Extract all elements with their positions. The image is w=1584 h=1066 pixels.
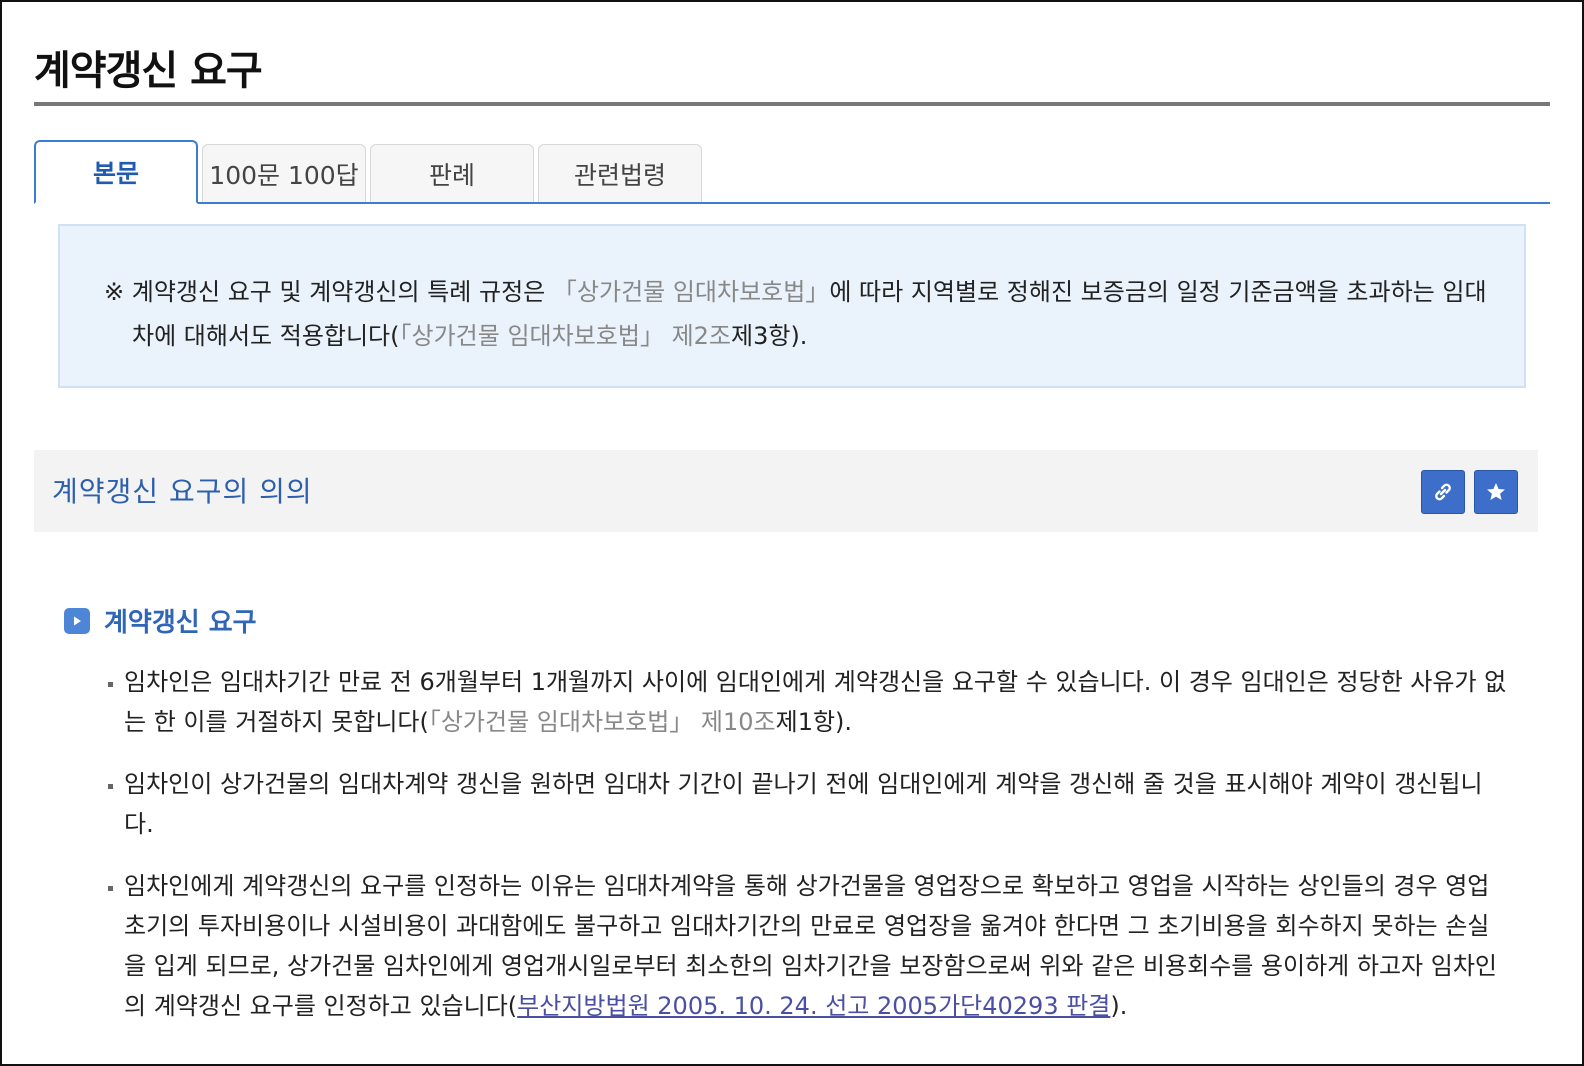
subsection-heading: 계약갱신 요구 <box>64 602 257 639</box>
notice-text: ※ 계약갱신 요구 및 계약갱신의 특례 규정은 「상가건물 임대차보호법」에 … <box>104 278 1487 350</box>
law-article-reference: 「상가건물 임대차보호법」 제10조 <box>428 708 776 736</box>
list-item: 임차인에게 계약갱신의 요구를 인정하는 이유는 임대차계약을 통해 상가건물을… <box>106 866 1510 1026</box>
tab-baseline <box>34 202 1550 204</box>
link-icon <box>1435 483 1451 501</box>
law-article-reference: 「상가건물 임대차보호법」 제2조 <box>399 322 732 350</box>
section-header: 계약갱신 요구의 의의 <box>34 450 1538 532</box>
title-divider <box>34 102 1550 106</box>
list-item: 임차인은 임대차기간 만료 전 6개월부터 1개월까지 사이에 임대인에게 계약… <box>106 662 1510 742</box>
tab-related-laws[interactable]: 관련법령 <box>538 144 702 202</box>
court-case-link[interactable]: 부산지방법원 2005. 10. 24. 선고 2005가단40293 판결 <box>517 992 1110 1020</box>
bookmark-button[interactable] <box>1474 470 1518 514</box>
star-icon <box>1487 483 1505 500</box>
tab-bar: 본문 100문 100답 판례 관련법령 <box>34 140 1550 204</box>
tab-100-qa[interactable]: 100문 100답 <box>202 144 366 202</box>
section-title: 계약갱신 요구의 의의 <box>52 475 313 508</box>
reference-mark: ※ <box>104 278 125 306</box>
play-arrow-icon <box>64 607 90 634</box>
subsection-title: 계약갱신 요구 <box>104 608 257 638</box>
tab-precedents[interactable]: 판례 <box>370 144 534 202</box>
copy-link-button[interactable] <box>1421 470 1465 514</box>
law-reference: 「상가건물 임대차보호법」 <box>552 278 830 306</box>
list-item: 임차인이 상가건물의 임대차계약 갱신을 원하면 임대차 기간이 끝나기 전에 … <box>106 764 1510 844</box>
tab-main-text[interactable]: 본문 <box>34 140 198 204</box>
page-frame: 계약갱신 요구 본문 100문 100답 판례 관련법령 ※ 계약갱신 요구 및… <box>0 0 1584 1066</box>
notice-box: ※ 계약갱신 요구 및 계약갱신의 특례 규정은 「상가건물 임대차보호법」에 … <box>58 224 1526 388</box>
content-list: 임차인은 임대차기간 만료 전 6개월부터 1개월까지 사이에 임대인에게 계약… <box>106 662 1510 1048</box>
page-title: 계약갱신 요구 <box>34 48 263 94</box>
